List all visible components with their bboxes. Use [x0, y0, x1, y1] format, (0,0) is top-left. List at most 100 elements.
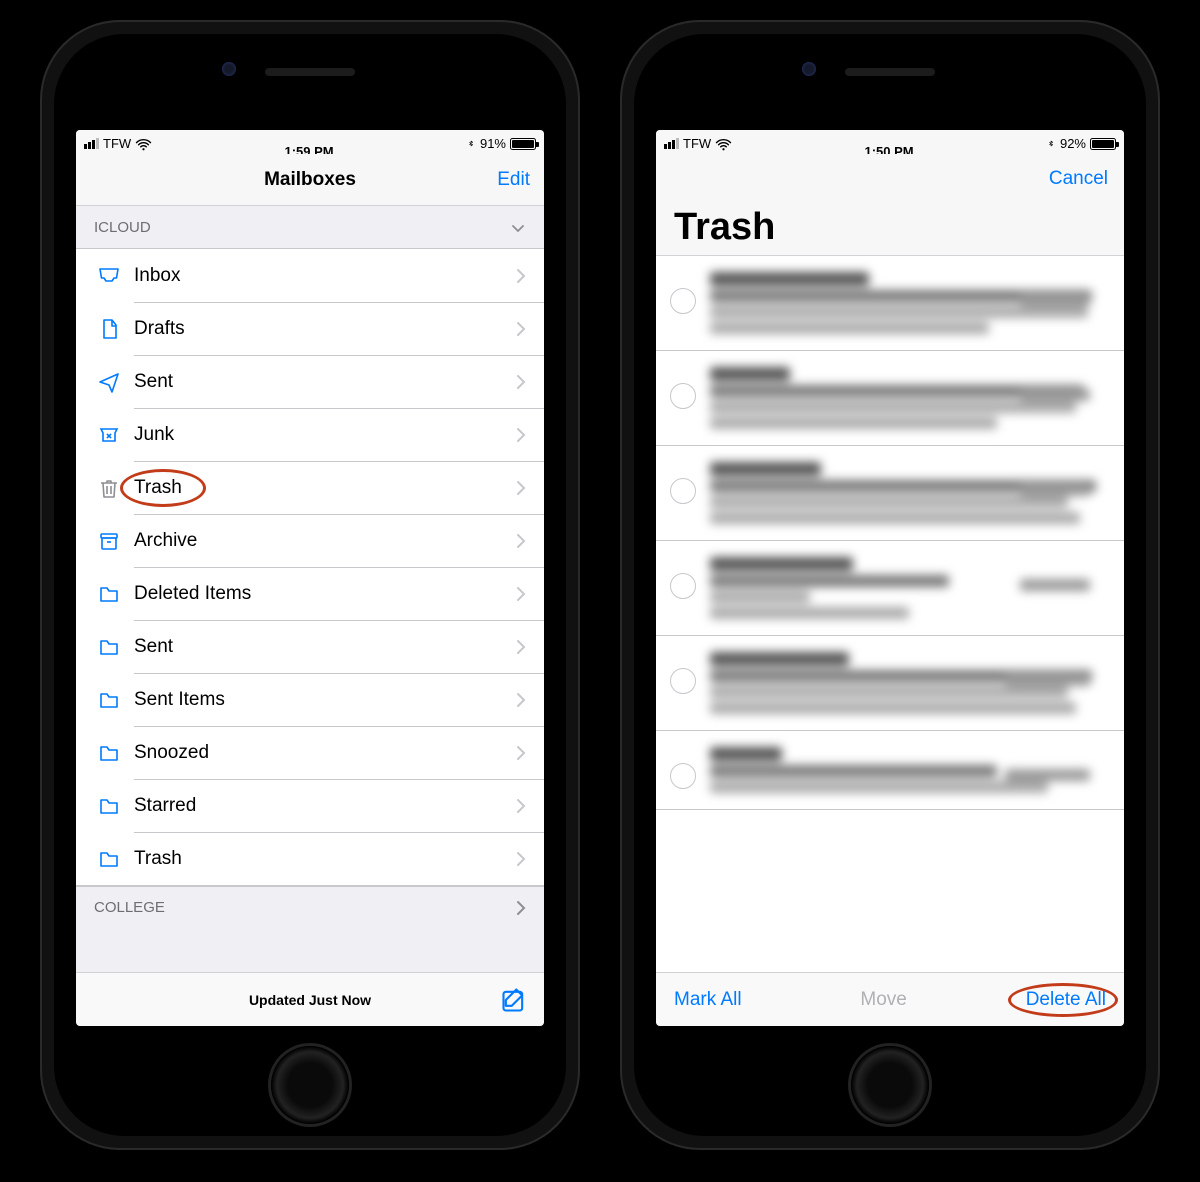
mailbox-row-trash-folder[interactable]: Trash [76, 832, 544, 885]
carrier-label: TFW [683, 136, 711, 151]
sync-status: Updated Just Now [249, 992, 371, 1008]
email-row[interactable] [656, 351, 1124, 446]
archive-icon [94, 529, 124, 553]
compose-button[interactable] [500, 986, 528, 1014]
email-row[interactable] [656, 541, 1124, 636]
battery-icon [1090, 138, 1116, 150]
mailbox-label: Trash [124, 848, 516, 870]
cancel-button[interactable]: Cancel [1049, 168, 1108, 190]
select-circle[interactable] [670, 763, 696, 789]
mailbox-list: Inbox Drafts Sent Ju [76, 248, 544, 886]
chevron-right-icon [516, 533, 526, 549]
select-circle[interactable] [670, 478, 696, 504]
mailbox-label: Drafts [124, 318, 516, 340]
email-row[interactable] [656, 636, 1124, 731]
carrier-label: TFW [103, 136, 131, 151]
mailbox-label: Deleted Items [124, 583, 516, 605]
mailbox-label: Starred [124, 795, 516, 817]
mailbox-label: Junk [124, 424, 516, 446]
mailbox-row-sent-folder[interactable]: Sent [76, 620, 544, 673]
bluetooth-icon [466, 136, 476, 151]
section-header-college[interactable]: COLLEGE [76, 886, 544, 928]
folder-icon [94, 688, 124, 712]
phone-right: TFW 1:50 PM 92% Cancel Trash [620, 20, 1160, 1150]
mailbox-row-inbox[interactable]: Inbox [76, 249, 544, 302]
folder-icon [94, 635, 124, 659]
mailbox-row-sent[interactable]: Sent [76, 355, 544, 408]
signal-icon [664, 138, 679, 149]
junk-icon [94, 423, 124, 447]
select-circle[interactable] [670, 573, 696, 599]
mailbox-row-sent-items[interactable]: Sent Items [76, 673, 544, 726]
mailbox-row-trash[interactable]: Trash [76, 461, 544, 514]
inbox-icon [94, 264, 124, 288]
mailbox-label: Sent [124, 371, 516, 393]
nav-bar: Mailboxes Edit [76, 154, 544, 206]
email-blurred-content [710, 648, 1108, 718]
mailbox-label: Snoozed [124, 742, 516, 764]
toolbar: Updated Just Now [76, 972, 544, 1026]
chevron-right-icon [516, 692, 526, 708]
folder-icon [94, 582, 124, 606]
nav-bar: Cancel Trash [656, 154, 1124, 256]
select-circle[interactable] [670, 383, 696, 409]
chevron-right-icon [516, 639, 526, 655]
draft-icon [94, 317, 124, 341]
email-list [656, 256, 1124, 972]
select-circle[interactable] [670, 288, 696, 314]
chevron-right-icon [516, 480, 526, 496]
folder-icon [94, 847, 124, 871]
edit-toolbar: Mark All Move Delete All [656, 972, 1124, 1026]
chevron-right-icon [516, 268, 526, 284]
mailbox-label: Sent Items [124, 689, 516, 711]
mailbox-row-starred[interactable]: Starred [76, 779, 544, 832]
section-label: COLLEGE [94, 899, 165, 916]
email-blurred-content [710, 363, 1108, 433]
mailbox-row-snoozed[interactable]: Snoozed [76, 726, 544, 779]
chevron-right-icon [516, 586, 526, 602]
status-bar: TFW 1:50 PM 92% [656, 130, 1124, 154]
chevron-right-icon [516, 900, 526, 916]
email-row[interactable] [656, 731, 1124, 810]
mailbox-row-drafts[interactable]: Drafts [76, 302, 544, 355]
section-header-icloud[interactable]: ICLOUD [76, 206, 544, 248]
trash-icon [94, 476, 124, 500]
wifi-icon [715, 137, 732, 151]
section-label: ICLOUD [94, 219, 151, 236]
email-blurred-content [710, 553, 1108, 623]
email-blurred-content [710, 458, 1108, 528]
mailbox-row-deleted-items[interactable]: Deleted Items [76, 567, 544, 620]
email-blurred-content [710, 743, 1108, 797]
delete-all-button[interactable]: Delete All [1026, 989, 1106, 1011]
chevron-right-icon [516, 798, 526, 814]
mailbox-label: Archive [124, 530, 516, 552]
sent-icon [94, 370, 124, 394]
chevron-right-icon [516, 851, 526, 867]
chevron-right-icon [516, 374, 526, 390]
chevron-down-icon [510, 221, 526, 233]
move-button[interactable]: Move [860, 989, 906, 1011]
mailbox-label: Inbox [124, 265, 516, 287]
bluetooth-icon [1046, 136, 1056, 151]
signal-icon [84, 138, 99, 149]
battery-percent: 92% [1060, 136, 1086, 151]
folder-icon [94, 741, 124, 765]
mailbox-row-archive[interactable]: Archive [76, 514, 544, 567]
wifi-icon [135, 137, 152, 151]
mark-all-button[interactable]: Mark All [674, 989, 742, 1011]
battery-icon [510, 138, 536, 150]
chevron-right-icon [516, 745, 526, 761]
email-row[interactable] [656, 256, 1124, 351]
status-bar: TFW 1:59 PM 91% [76, 130, 544, 154]
phone-left: TFW 1:59 PM 91% Mailboxes Edit ICLOUD [40, 20, 580, 1150]
chevron-right-icon [516, 321, 526, 337]
chevron-right-icon [516, 427, 526, 443]
email-row[interactable] [656, 446, 1124, 541]
email-blurred-content [710, 268, 1108, 338]
folder-icon [94, 794, 124, 818]
mailbox-label: Sent [124, 636, 516, 658]
page-title: Trash [674, 206, 1106, 249]
edit-button[interactable]: Edit [497, 169, 530, 191]
select-circle[interactable] [670, 668, 696, 694]
mailbox-row-junk[interactable]: Junk [76, 408, 544, 461]
